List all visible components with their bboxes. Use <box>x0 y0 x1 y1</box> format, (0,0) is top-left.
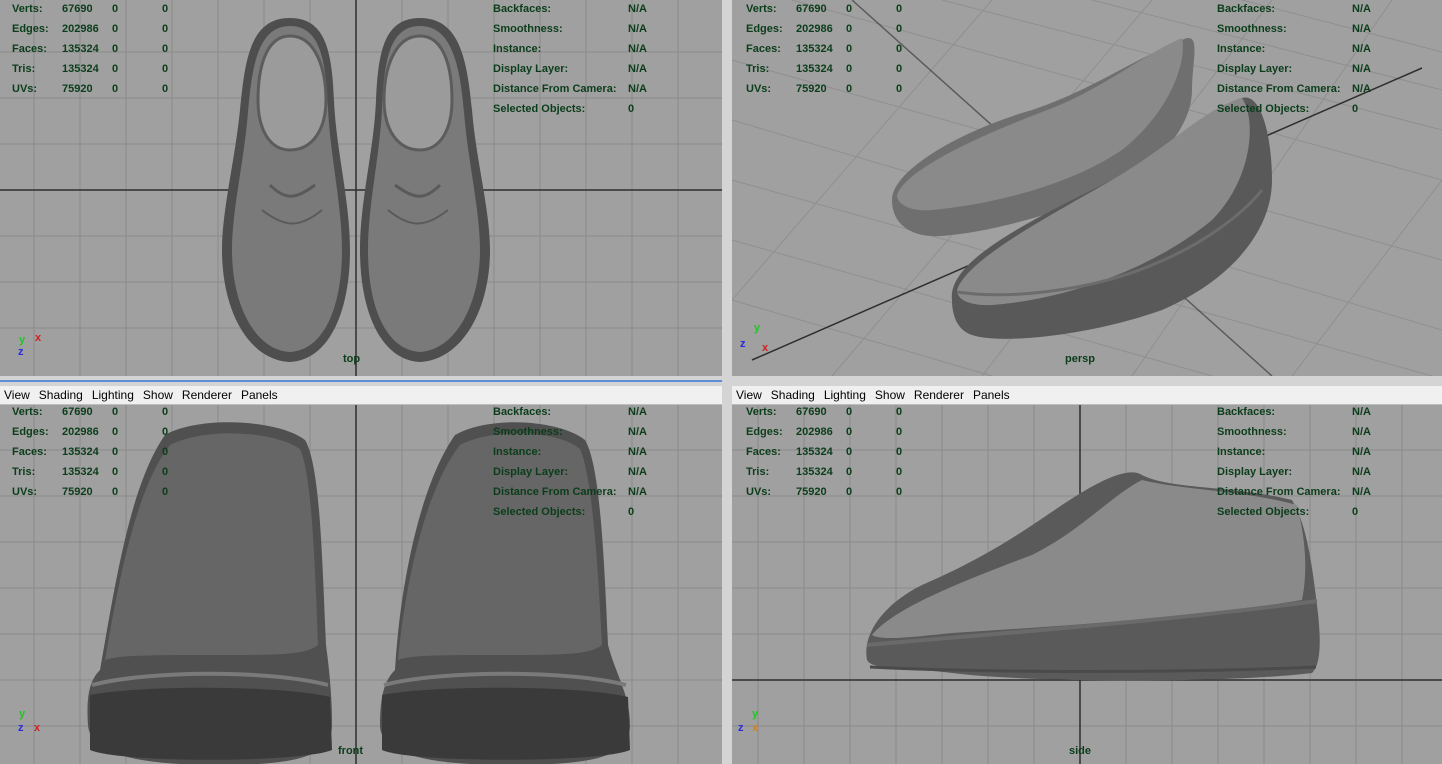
menu-show[interactable]: Show <box>139 388 177 402</box>
camera-label-top: top <box>343 353 361 365</box>
viewport-persp-panel[interactable]: Verts: 67690 0 0 Edges: 202986 0 0 Faces: 13532… <box>732 0 1442 376</box>
panel-menubar-side: View Shading Lighting Show Renderer Pane… <box>732 386 1442 405</box>
object-info-front: Backfaces: N/A Smoothness: N/A Instance: N/… <box>493 406 647 518</box>
camera-label-persp: persp <box>1065 353 1095 365</box>
axis-gizmo-icon: y x z <box>740 322 769 354</box>
shoe-left-top <box>222 18 350 362</box>
menu-view[interactable]: View <box>0 388 34 402</box>
camera-label-side: side <box>1069 745 1092 757</box>
shoe-right-top <box>360 18 490 362</box>
axis-gizmo-icon: y x z <box>18 332 42 358</box>
viewport-side-panel[interactable]: View Shading Lighting Show Renderer Pane… <box>732 386 1442 764</box>
menu-lighting[interactable]: Lighting <box>88 388 138 402</box>
stat-faces: Faces: 135324 0 0 <box>12 43 169 55</box>
menu-view[interactable]: View <box>732 388 766 402</box>
menu-renderer[interactable]: Renderer <box>178 388 236 402</box>
viewport-side[interactable]: Verts: 67690 0 0 Edges: 202986 0 0 Faces: 13532… <box>732 405 1442 764</box>
viewport-front[interactable]: Verts: 67690 0 0 Edges: 202986 0 0 Faces: 13532… <box>0 405 722 764</box>
axis-gizmo-icon: y x z <box>738 708 759 734</box>
axis-gizmo-icon: y x z <box>18 708 41 734</box>
stat-verts: Verts: 67690 0 0 <box>12 3 169 15</box>
viewport-top[interactable]: Verts: 67690 0 0 Edges: 202986 0 0 Faces: 13532… <box>0 0 722 376</box>
menu-shading[interactable]: Shading <box>767 388 819 402</box>
object-info-persp: Backfaces: N/A Smoothness: N/A Instance: N/… <box>1217 3 1371 115</box>
menu-renderer[interactable]: Renderer <box>910 388 968 402</box>
camera-label-front: front <box>338 745 364 757</box>
stat-uvs: UVs: 75920 0 0 <box>12 83 169 95</box>
pane-splitter-horizontal[interactable] <box>0 376 1442 386</box>
stat-tris: Tris: 135324 0 0 <box>12 63 169 75</box>
poly-stats-top: Verts: 67690 0 0 Edges: 202986 0 0 Faces: 13532… <box>12 0 212 99</box>
viewport-front-panel[interactable]: View Shading Lighting Show Renderer Pane… <box>0 386 722 764</box>
object-info-side: Backfaces: N/A Smoothness: N/A Instance: N/… <box>1217 406 1371 518</box>
viewport-persp[interactable]: Verts: 67690 0 0 Edges: 202986 0 0 Faces: 13532… <box>732 0 1442 376</box>
menu-lighting[interactable]: Lighting <box>820 388 870 402</box>
viewport-top-panel[interactable]: Verts: 67690 0 0 Edges: 202986 0 0 Faces: 13532… <box>0 0 722 376</box>
menu-show[interactable]: Show <box>871 388 909 402</box>
poly-stats-persp: Verts: 67690 0 0 Edges: 202986 0 0 Faces: 13532… <box>746 3 903 95</box>
menu-panels[interactable]: Panels <box>237 388 282 402</box>
panel-menubar-front: View Shading Lighting Show Renderer Pane… <box>0 386 722 405</box>
poly-stats-side: Verts: 67690 0 0 Edges: 202986 0 0 Faces: 13532… <box>746 406 903 498</box>
active-panel-indicator <box>0 380 722 382</box>
menu-panels[interactable]: Panels <box>969 388 1014 402</box>
menu-shading[interactable]: Shading <box>35 388 87 402</box>
object-info-top: Backfaces: N/A Smoothness: N/A Instance: N/… <box>493 3 647 115</box>
poly-stats-front: Verts: 67690 0 0 Edges: 202986 0 0 Faces: 13532… <box>12 406 169 498</box>
stat-edges: Edges: 202986 0 0 <box>12 23 169 35</box>
